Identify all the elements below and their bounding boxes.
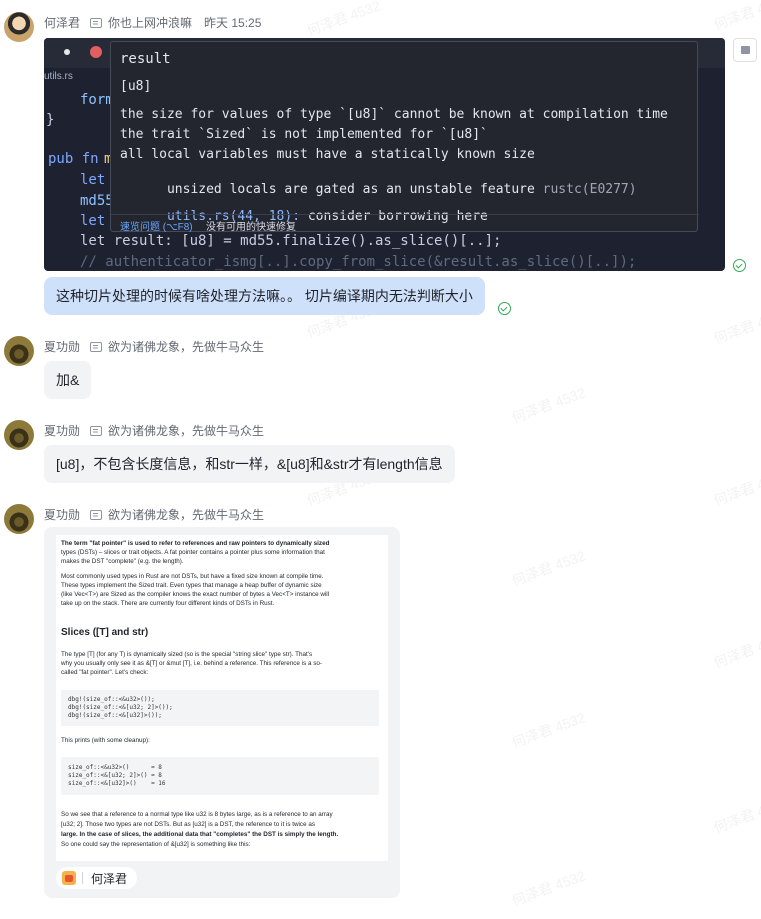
watermark: 何泽君 4532 — [711, 305, 761, 347]
error-tooltip: result [u8] the size for values of type … — [110, 41, 699, 233]
code-line: form — [80, 92, 114, 108]
no-quick-fix-text: 没有可用的快速修复 — [206, 222, 296, 233]
signature-icon — [90, 17, 103, 28]
code-line: } — [46, 112, 55, 128]
tooltip-footer: 速览问题 (⌥F8) 没有可用的快速修复 — [111, 214, 699, 233]
message-header: 夏功勋 欲为诸佛龙象，先做牛马众生 — [44, 338, 264, 355]
doc-text: types (DSTs) – slices or trait objects. … — [61, 549, 325, 556]
thumbs-up-icon — [62, 871, 76, 885]
doc-text: So we see that a reference to a normal t… — [61, 811, 333, 818]
avatar[interactable] — [4, 336, 34, 366]
tooltip-line: the trait `Sized` is not implemented for… — [120, 127, 488, 142]
watermark: 何泽君 4532 — [711, 0, 761, 33]
tooltip-type: [u8] — [120, 79, 152, 94]
doc-code-block: size_of::<&u32>() = 8 size_of::<&[u32; 2… — [61, 757, 379, 795]
message-text: [u8]，不包含长度信息，和str一样，&[u8]和&str才有length信息 — [56, 456, 443, 472]
peek-problem-link[interactable]: 速览问题 (⌥F8) — [120, 218, 193, 233]
sender-signature: 欲为诸佛龙象，先做牛马众生 — [108, 424, 265, 438]
reaction-user[interactable]: 何泽君 — [91, 870, 127, 887]
watermark: 何泽君 4532 — [509, 867, 588, 909]
read-status-icon — [498, 302, 511, 315]
like-icon[interactable] — [733, 38, 757, 62]
reaction-chip[interactable]: 何泽君 — [56, 867, 138, 889]
signature-icon — [90, 425, 103, 436]
document-screenshot-image[interactable]: The term "fat pointer" is used to refer … — [56, 535, 388, 861]
message-text: 加& — [56, 372, 80, 388]
message-text: 这种切片处理的时候有啥处理方法嘛。。 切片编译期内无法判断大小 — [56, 288, 473, 304]
signature-icon — [90, 509, 103, 520]
code-line: pub fn — [48, 151, 99, 167]
doc-text: This prints (with some cleanup): — [61, 737, 150, 744]
doc-code-line: dbg!(size_of::<&[u32; 2]>()); — [68, 704, 173, 711]
code-screenshot-image[interactable]: utils.rs form } pub fn m let md55 let le… — [44, 38, 725, 271]
doc-code-line: dbg!(size_of::<&[u32]>()); — [68, 712, 162, 719]
tooltip-line: all local variables must have a statical… — [120, 147, 535, 162]
doc-text: take up on the stack. There are currentl… — [61, 600, 275, 607]
message-time: 昨天 15:25 — [204, 16, 262, 30]
read-status-icon — [733, 259, 746, 272]
doc-code-line: size_of::<&[u32]>() = 16 — [68, 780, 166, 787]
doc-text: The term "fat pointer" is used to refer … — [61, 540, 330, 547]
doc-code-line: dbg!(size_of::<&u32>()); — [68, 696, 155, 703]
message-bubble[interactable]: 这种切片处理的时候有啥处理方法嘛。。 切片编译期内无法判断大小 — [44, 277, 485, 315]
doc-text: Most commonly used types in Rust are not… — [61, 573, 324, 580]
image-message-card[interactable]: The term "fat pointer" is used to refer … — [44, 527, 400, 898]
sender-signature: 你也上网冲浪嘛 — [108, 16, 193, 30]
code-line: // authenticator_ismg[..].copy_from_slic… — [80, 254, 637, 270]
sender-name[interactable]: 何泽君 — [44, 14, 80, 31]
doc-text: These types implement the Sized trait. E… — [61, 582, 322, 589]
reaction-divider — [82, 872, 83, 884]
sender-name[interactable]: 夏功勋 — [44, 338, 80, 355]
sender-signature: 欲为诸佛龙象，先做牛马众生 — [108, 340, 265, 354]
code-line: md55 — [80, 193, 114, 209]
tooltip-line: the size for values of type `[u8]` canno… — [120, 107, 668, 122]
file-name: utils.rs — [44, 71, 73, 82]
doc-text: large. In the case of slices, the additi… — [61, 831, 339, 838]
message-header: 何泽君 你也上网冲浪嘛 昨天 15:25 — [44, 14, 261, 31]
error-icon — [90, 46, 102, 58]
doc-text: (like Vec<T>) are Sized as the compiler … — [61, 591, 330, 598]
doc-text: called "fat pointer". Let's check: — [61, 669, 149, 676]
watermark: 何泽君 4532 — [304, 0, 383, 39]
avatar[interactable] — [4, 420, 34, 450]
watermark: 何泽君 4532 — [509, 384, 588, 426]
code-line: let — [80, 213, 106, 229]
doc-code-line: size_of::<&[u32; 2]>() = 8 — [68, 772, 162, 779]
sender-signature: 欲为诸佛龙象，先做牛马众生 — [108, 508, 265, 522]
watermark: 何泽君 4532 — [711, 794, 761, 836]
watermark: 何泽君 4532 — [509, 547, 588, 589]
message-bubble[interactable]: [u8]，不包含长度信息，和str一样，&[u8]和&str才有length信息 — [44, 445, 455, 483]
doc-text: So one could say the representation of &… — [61, 841, 251, 848]
avatar[interactable] — [4, 12, 34, 42]
tooltip-title: result — [120, 51, 171, 67]
code-line: let — [80, 172, 106, 188]
unsaved-dot-icon — [64, 49, 70, 55]
message-bubble[interactable]: 加& — [44, 361, 92, 399]
doc-text: [u32; 2]. Those two types are not DSTs. … — [61, 821, 315, 828]
avatar[interactable] — [4, 504, 34, 534]
watermark: 何泽君 4532 — [509, 709, 588, 751]
message-header: 夏功勋 欲为诸佛龙象，先做牛马众生 — [44, 422, 264, 439]
doc-text: makes the DST "complete" (e.g. the lengt… — [61, 558, 184, 565]
doc-code-block: dbg!(size_of::<&u32>()); dbg!(size_of::<… — [61, 690, 379, 726]
watermark: 何泽君 4532 — [711, 467, 761, 509]
signature-icon — [90, 341, 103, 352]
sender-name[interactable]: 夏功勋 — [44, 506, 80, 523]
watermark: 何泽君 4532 — [711, 629, 761, 671]
message-header: 夏功勋 欲为诸佛龙象，先做牛马众生 — [44, 506, 264, 523]
error-code: rustc(E0277) — [542, 182, 637, 197]
doc-heading: Slices ([T] and str) — [61, 627, 149, 638]
sender-name[interactable]: 夏功勋 — [44, 422, 80, 439]
doc-text: The type [T] (for any T) is dynamically … — [61, 651, 313, 658]
doc-code-line: size_of::<&u32>() = 8 — [68, 764, 162, 771]
doc-text: why you usually only see it as &[T] or &… — [61, 660, 322, 667]
